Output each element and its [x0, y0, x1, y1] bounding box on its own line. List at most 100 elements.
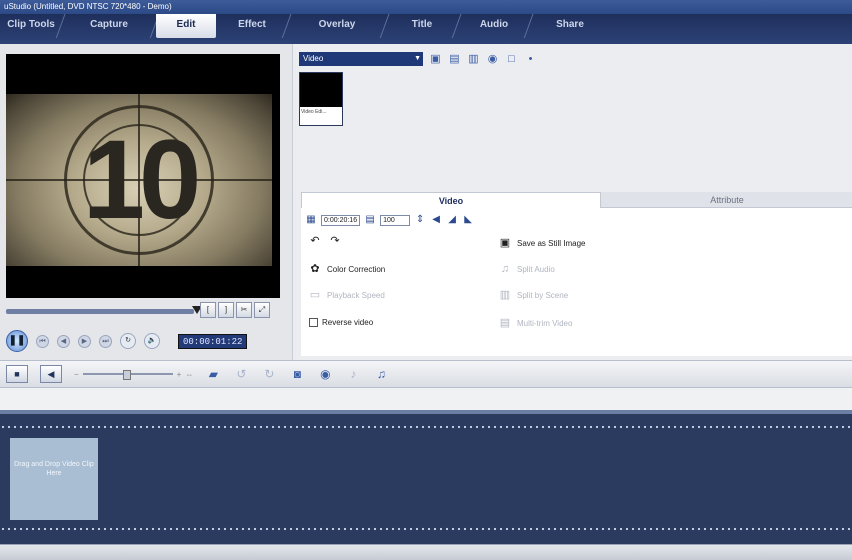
color-correction-label: Color Correction	[327, 264, 386, 274]
audio-mixer-icon[interactable]: ♪	[345, 367, 361, 381]
playback-speed-button[interactable]: ▭ Playback Speed	[307, 288, 385, 302]
split-audio-label: Split Audio	[517, 264, 555, 274]
sort-icon[interactable]: ◉	[486, 53, 499, 65]
home-button[interactable]: ⏮	[36, 334, 49, 348]
tab-clip-tools[interactable]: Clip Tools	[0, 14, 68, 38]
folder-icon[interactable]: ▣	[429, 53, 442, 65]
reverse-video-option[interactable]: Reverse video	[309, 318, 373, 327]
save-still-label: Save as Still Image	[517, 238, 586, 248]
library-category-dropdown[interactable]: Video	[299, 52, 423, 66]
multi-trim-button[interactable]: ▤ Multi-trim Video	[497, 316, 573, 330]
rotate-right-icon[interactable]: ↷	[327, 234, 343, 248]
status-bar	[0, 544, 852, 560]
playback-speed-label: Playback Speed	[327, 290, 385, 300]
tab-audio[interactable]: Audio	[458, 14, 536, 38]
tab-effect[interactable]: Effect	[216, 14, 294, 38]
zoom-control: − + ⇔	[74, 370, 193, 380]
volume-spin-icon[interactable]: ⇕	[414, 214, 426, 226]
camera-icon: ▣	[499, 237, 511, 249]
volume-button[interactable]: 🔈	[144, 333, 160, 349]
color-correction-button[interactable]: ✿ Color Correction	[307, 262, 385, 276]
tab-video-options[interactable]: Video	[301, 192, 601, 208]
thumbnail-label: Video Edi...	[301, 109, 327, 115]
split-by-scene-button[interactable]: ▥ Split by Scene	[497, 288, 568, 302]
library-toolbar: Video ▣ ▤ ▥ ◉ □ •	[299, 52, 537, 66]
countdown-number: 10	[82, 117, 202, 242]
fade-out-icon[interactable]: ◣	[462, 214, 474, 226]
preview-window: 10	[6, 54, 280, 298]
tab-edit[interactable]: Edit	[156, 14, 216, 38]
redo-icon[interactable]: ↻	[261, 367, 277, 381]
auto-music-icon[interactable]: ♫	[373, 367, 389, 381]
tab-attribute[interactable]: Attribute	[601, 192, 852, 208]
library-manager-icon[interactable]: ▥	[467, 53, 480, 65]
transport-controls: ❚❚ ⏮ ◀ ▶ ⏭ ↻ 🔈 00:00:01:22	[0, 329, 292, 353]
timeline-ruler	[0, 388, 852, 410]
timeline-toolbar: ■ ◀ − + ⇔ ▰ ↺ ↻ ◙ ◉ ♪ ♫	[0, 360, 852, 388]
storyboard-panel: Drag and Drop Video Clip Here	[0, 410, 852, 544]
library-more-icon[interactable]: •	[524, 53, 537, 65]
speedometer-icon: ▭	[309, 289, 321, 301]
duration-volume-row: ▦ 0:00:20:16 ▤ 100 ⇕ ◀ ◢ ◣	[305, 214, 474, 226]
tab-title[interactable]: Title	[386, 14, 464, 38]
import-icon[interactable]: ▤	[448, 53, 461, 65]
next-frame-button[interactable]: ▶	[78, 334, 91, 348]
zoom-out-icon[interactable]: −	[74, 370, 79, 379]
reverse-video-label: Reverse video	[322, 318, 374, 327]
thumbnail-image	[300, 73, 342, 107]
clip-drop-zone[interactable]: Drag and Drop Video Clip Here	[10, 438, 98, 520]
scrub-bar[interactable]	[6, 309, 194, 314]
preview-frame: 10	[6, 94, 272, 266]
smart-proxy-icon[interactable]: ◙	[289, 367, 305, 381]
cut-clip-button[interactable]: ✂	[236, 302, 252, 318]
trim-buttons: [ ] ✂ ⤢	[200, 302, 270, 318]
library-and-options-panel: Video ▣ ▤ ▥ ◉ □ • Video Edi... Video Att…	[292, 44, 852, 360]
film-perforation-bottom	[0, 526, 852, 532]
options-panel: ▦ 0:00:20:16 ▤ 100 ⇕ ◀ ◢ ◣ ↶ ↷ ✿ Color C…	[301, 208, 852, 356]
rotate-left-icon[interactable]: ↶	[307, 234, 323, 248]
play-pause-button[interactable]: ❚❚	[6, 330, 28, 352]
volume-field[interactable]: 100	[380, 214, 411, 226]
volume-icon: ▤	[365, 214, 375, 225]
view-options-icon[interactable]: □	[505, 53, 518, 65]
mark-in-button[interactable]: [	[200, 302, 216, 318]
color-wheel-icon: ✿	[310, 263, 320, 275]
tab-share[interactable]: Share	[530, 14, 610, 38]
rotate-buttons: ↶ ↷	[307, 234, 343, 248]
preview-panel: 10 [ ] ✂ ⤢ ❚❚ ⏮ ◀ ▶ ⏭ ↻ 🔈 00:00:01:22	[0, 44, 292, 360]
previous-frame-button[interactable]: ◀	[57, 334, 70, 348]
reverse-video-checkbox[interactable]	[309, 318, 318, 327]
save-still-button[interactable]: ▣ Save as Still Image	[497, 236, 586, 250]
repeat-button[interactable]: ↻	[120, 333, 136, 349]
options-tabs: Video Attribute	[301, 192, 852, 208]
tab-capture[interactable]: Capture	[62, 14, 162, 38]
duration-field[interactable]: 0:00:20:16	[321, 214, 361, 226]
timeline-view-button[interactable]: ◀	[40, 365, 62, 383]
split-audio-button[interactable]: ♫ Split Audio	[497, 262, 555, 276]
step-tab-bar: Clip Tools Capture Edit Effect Overlay T…	[0, 14, 852, 44]
split-scene-icon: ▥	[499, 289, 511, 301]
timecode-display[interactable]: 00:00:01:22	[178, 333, 248, 349]
film-perforation-top	[0, 424, 852, 430]
app-window: uStudio (Untitled, DVD NTSC 720*480 - De…	[0, 0, 852, 560]
mark-out-button[interactable]: ]	[218, 302, 234, 318]
end-button[interactable]: ⏭	[99, 334, 112, 348]
multi-trim-label: Multi-trim Video	[517, 318, 573, 328]
multi-trim-icon: ▤	[499, 317, 511, 329]
enlarge-button[interactable]: ⤢	[254, 302, 270, 318]
zoom-in-icon[interactable]: +	[177, 370, 182, 379]
record-capture-icon[interactable]: ◉	[317, 367, 333, 381]
storyboard-view-button[interactable]: ■	[6, 365, 28, 383]
split-by-scene-label: Split by Scene	[517, 290, 569, 300]
split-audio-icon: ♫	[500, 263, 510, 275]
undo-icon[interactable]: ↺	[233, 367, 249, 381]
duration-icon: ▦	[306, 214, 316, 225]
mute-icon[interactable]: ◀	[430, 214, 442, 226]
fade-in-icon[interactable]: ◢	[446, 214, 458, 226]
tab-overlay[interactable]: Overlay	[288, 14, 392, 38]
zoom-slider[interactable]	[82, 370, 173, 380]
library-thumbnail[interactable]: Video Edi...	[299, 72, 343, 126]
insert-media-icon[interactable]: ▰	[205, 367, 221, 381]
window-title: uStudio (Untitled, DVD NTSC 720*480 - De…	[0, 0, 852, 14]
fit-project-icon[interactable]: ⇔	[185, 370, 193, 379]
